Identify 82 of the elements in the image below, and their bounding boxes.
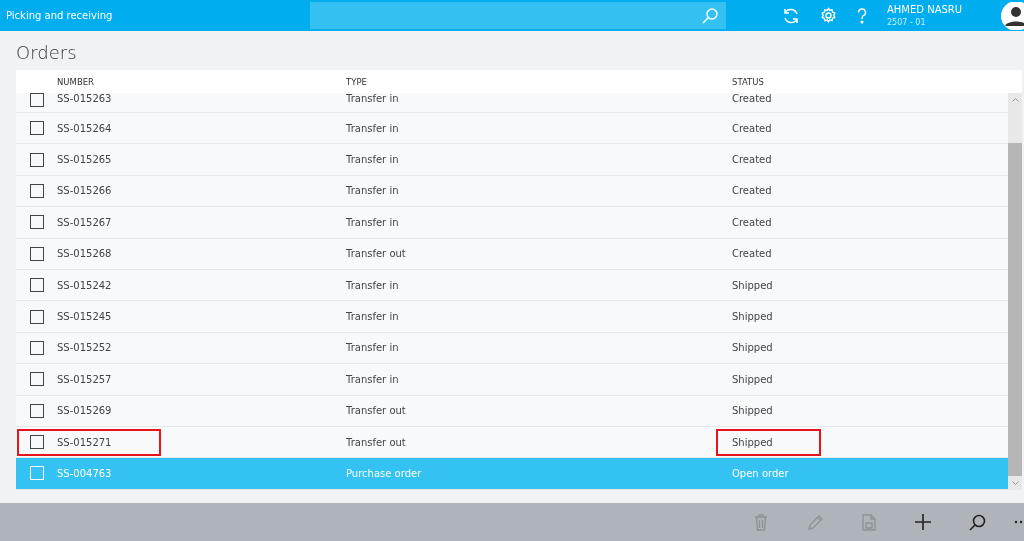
company-label: 2507 - 01: [887, 18, 927, 27]
table-cell: Created: [732, 216, 772, 228]
table-cell: Shipped: [732, 311, 773, 323]
table-cell: Open order: [732, 468, 789, 479]
checkbox[interactable]: [29, 340, 44, 355]
add-icon: [914, 513, 932, 531]
table-cell: Transfer out: [346, 436, 406, 448]
checkbox[interactable]: [29, 435, 44, 450]
checkbox[interactable]: [29, 372, 44, 387]
table-row[interactable]: SS-015264 Transfer in Created: [16, 113, 1008, 145]
table-cell: SS-015271: [19, 430, 160, 454]
table-row[interactable]: SS-015263 Transfer in Created: [16, 93, 1008, 113]
table-row[interactable]: SS-015257 Transfer in Shipped: [16, 364, 1008, 396]
user-name: AHMED NASRU: [887, 4, 963, 15]
table-cell: SS-015263: [57, 93, 112, 104]
table-cell: Transfer in: [346, 373, 399, 385]
column-header[interactable]: STATUS: [732, 76, 764, 87]
checkbox[interactable]: [29, 121, 44, 136]
table-row[interactable]: SS-015267 Transfer in Created: [16, 207, 1008, 239]
table-row[interactable]: SS-015269 Transfer out Shipped: [16, 395, 1008, 427]
table-cell: Created: [732, 122, 772, 134]
table-cell: Transfer in: [346, 279, 399, 291]
table-cell: SS-015267: [57, 216, 112, 228]
table-cell: Shipped: [732, 279, 773, 291]
page-title: Orders: [15, 41, 78, 65]
scroll-up-icon: [1011, 98, 1019, 102]
table-cell: SS-015257: [57, 373, 112, 385]
table-cell: SS-015269: [57, 405, 112, 417]
table-row[interactable]: SS-015252 Transfer in Shipped: [16, 332, 1008, 365]
table-cell: SS-015252: [57, 342, 112, 354]
table-cell: Shipped: [718, 430, 819, 454]
table-row[interactable]: SS-015266 Transfer in Created: [16, 175, 1008, 208]
table-cell: SS-015242: [57, 279, 112, 291]
column-header[interactable]: NUMBER: [57, 76, 95, 87]
more-icon: [1014, 520, 1024, 524]
table-row[interactable]: SS-015242 Transfer in Shipped: [16, 269, 1008, 302]
table-row[interactable]: SS-015268 Transfer out Created: [16, 238, 1008, 270]
table-cell: Transfer out: [346, 405, 406, 417]
checkbox[interactable]: [29, 246, 44, 261]
table-cell: SS-015265: [57, 154, 112, 166]
scrollbar[interactable]: [1008, 93, 1022, 490]
search-icon: [968, 513, 986, 531]
table-cell: Transfer in: [346, 216, 399, 228]
table-row[interactable]: SS-015245 Transfer in Shipped: [16, 301, 1008, 333]
table-cell: Transfer in: [346, 342, 399, 354]
app-title: Picking and receiving: [5, 10, 114, 21]
table-cell: Shipped: [732, 405, 773, 417]
table-cell: SS-015268: [57, 248, 112, 260]
search-field[interactable]: [310, 2, 726, 29]
checkbox[interactable]: [29, 403, 44, 418]
table-cell: Transfer in: [346, 122, 399, 134]
checkbox[interactable]: [29, 215, 44, 230]
table-cell: Created: [732, 185, 772, 197]
checkbox[interactable]: [29, 278, 44, 293]
table-row[interactable]: SS-015265 Transfer in Created: [16, 144, 1008, 176]
checkbox[interactable]: [29, 309, 44, 324]
delete-icon: [754, 513, 768, 531]
scroll-down-icon: [1011, 480, 1019, 485]
table-cell: Created: [732, 154, 772, 166]
table-cell: Shipped: [732, 342, 773, 354]
table-cell: Created: [732, 93, 772, 104]
document-icon: [862, 513, 876, 531]
avatar-icon[interactable]: [1000, 1, 1024, 30]
table-cell: Transfer out: [346, 248, 406, 260]
table-cell: SS-015264: [57, 122, 112, 134]
column-header[interactable]: TYPE: [346, 76, 367, 87]
table-cell: Purchase order: [346, 468, 422, 479]
table-cell: Transfer in: [346, 185, 399, 197]
search-icon: [702, 7, 718, 24]
checkbox[interactable]: [29, 152, 44, 167]
checkbox[interactable]: [29, 93, 44, 107]
checkbox[interactable]: [29, 183, 44, 198]
table-cell: SS-015245: [57, 311, 112, 323]
table-cell: Transfer in: [346, 154, 399, 166]
table-cell: Transfer in: [346, 93, 399, 104]
table-cell: SS-004763: [57, 468, 112, 479]
table-cell: Shipped: [732, 373, 773, 385]
table-cell: Created: [732, 248, 772, 260]
table-row[interactable]: SS-015271 Transfer out Shipped: [16, 426, 1008, 459]
table-cell: SS-015266: [57, 185, 112, 197]
table-cell: Transfer in: [346, 311, 399, 323]
edit-icon: [806, 513, 824, 531]
